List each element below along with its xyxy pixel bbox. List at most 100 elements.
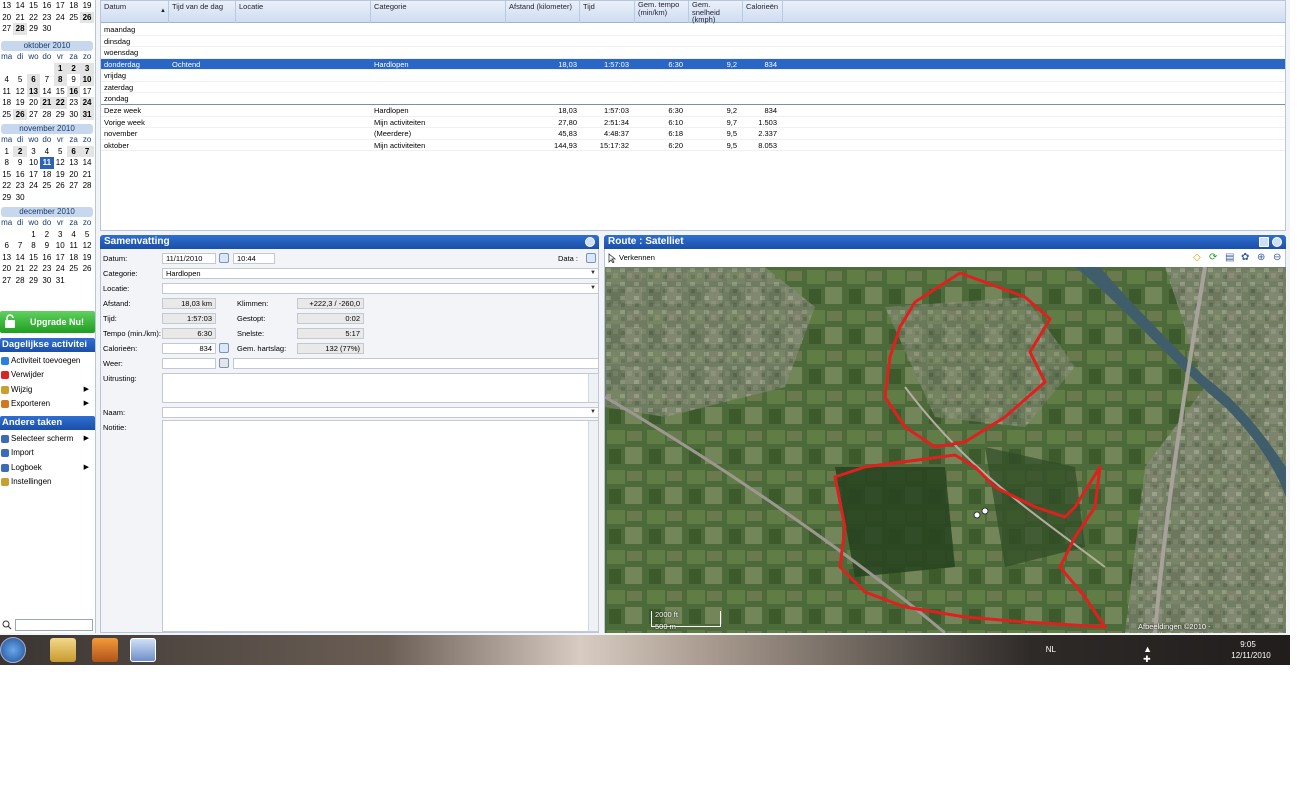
calendar-day[interactable]: 19 (13, 97, 26, 109)
calendar-day[interactable]: 15 (54, 86, 67, 98)
task-wijzig[interactable]: Wijzig ▶ (0, 383, 95, 397)
calendar-day[interactable]: 23 (13, 180, 26, 192)
calendar-day[interactable]: 25 (0, 109, 13, 121)
calendar-day[interactable]: 27 (0, 275, 13, 287)
calendar-day[interactable]: 17 (27, 169, 40, 181)
calendar-day[interactable]: 11 (0, 86, 13, 98)
calendar-day[interactable]: 21 (13, 12, 26, 24)
calendar-day[interactable]: 15 (27, 0, 40, 12)
zoom-out-icon[interactable]: ⊖ (1273, 252, 1281, 263)
col-header-date[interactable]: Datum ▲ (101, 1, 169, 23)
weather-icon[interactable] (219, 358, 229, 368)
calculator-icon[interactable] (219, 343, 229, 353)
calendar-day[interactable]: 21 (13, 263, 26, 275)
calendar-day[interactable]: 27 (0, 23, 13, 35)
calendar-day[interactable]: 7 (40, 74, 53, 86)
table-row[interactable]: oktober Mijn activiteiten 144,93 15:17:32 6:… (101, 140, 1285, 151)
calendar-day[interactable]: 30 (67, 109, 80, 121)
calendar-day[interactable]: 12 (54, 157, 67, 169)
route-layout-icon[interactable] (1259, 237, 1269, 247)
calendar-day[interactable]: 18 (67, 0, 80, 12)
calendar-day[interactable]: 3 (27, 146, 40, 158)
calendar-day[interactable]: 6 (0, 240, 13, 252)
duration-field[interactable]: 1:57:03 (162, 313, 216, 324)
route-end-marker[interactable] (981, 507, 989, 515)
calendar-day[interactable]: 18 (40, 169, 53, 181)
refresh-icon[interactable]: ⟳ (1209, 252, 1217, 263)
weather-notes-field[interactable] (233, 358, 599, 369)
calendar-day[interactable]: 22 (53, 97, 67, 109)
tray-icons[interactable]: ▲ ✚ ⊕ ◆ ◀ ● ✖ ▭ ◁ (1143, 644, 1156, 665)
calendar-day[interactable]: 9 (40, 240, 53, 252)
calendar-day[interactable]: 28 (13, 275, 26, 287)
task-selecteer-scherm[interactable]: Selecteer scherm ▶ (0, 432, 95, 446)
calendar-day[interactable]: 14 (80, 157, 93, 169)
calendar-day[interactable]: 13 (0, 0, 13, 12)
calendar-day[interactable]: 30 (40, 23, 53, 35)
table-row[interactable]: november (Meerdere) 45,83 4:48:37 6:18 9,5 2.3… (101, 128, 1285, 140)
date-field[interactable]: 11/11/2010 (162, 253, 216, 264)
calendar-day[interactable]: 5 (54, 146, 67, 158)
calendar-day[interactable]: 15 (0, 169, 13, 181)
calendar-day[interactable]: 6 (66, 145, 81, 157)
calendar-day[interactable]: 13 (0, 252, 13, 264)
calendar-day[interactable]: 16 (40, 0, 53, 12)
stopped-field[interactable]: 0:02 (297, 313, 364, 324)
calendar-day[interactable]: 14 (13, 0, 26, 12)
calendar-day[interactable]: 9 (13, 157, 26, 169)
calendar-day[interactable]: 5 (80, 229, 93, 241)
col-header-speed[interactable]: Gem. snelheid (kmph) (689, 1, 743, 23)
col-header-time[interactable]: Tijd (580, 1, 635, 23)
calendar-day[interactable]: 17 (54, 252, 67, 264)
calories-field[interactable]: 834 (162, 343, 216, 354)
start-button[interactable] (0, 637, 26, 663)
calendar-day[interactable]: 29 (27, 23, 40, 35)
calendar-day[interactable]: 4 (0, 74, 13, 86)
calendar-day[interactable]: 14 (13, 252, 26, 264)
sporttracks-taskbar-icon[interactable] (130, 638, 156, 662)
calendar-day[interactable]: 24 (27, 180, 40, 192)
calendar-day[interactable]: 24 (54, 12, 67, 24)
calendar-day[interactable]: 28 (13, 23, 27, 35)
calendar-day[interactable]: 7 (80, 145, 94, 157)
calendar-day[interactable]: 16 (40, 252, 53, 264)
table-row[interactable]: vrijdag (101, 70, 1285, 82)
category-select[interactable]: Hardlopen ▼ (162, 268, 599, 279)
route-start-marker[interactable] (973, 511, 981, 519)
calendar-day[interactable]: 29 (54, 109, 67, 121)
clock-time[interactable]: 9:05 (1228, 640, 1268, 649)
time-field[interactable]: 10:44 (233, 253, 275, 264)
task-logboek[interactable]: Logboek ▶ (0, 461, 95, 475)
clock-date[interactable]: 12/11/2010 (1226, 651, 1276, 660)
diamond-icon[interactable]: ◇ (1193, 252, 1201, 263)
calendar-day[interactable]: 31 (80, 108, 94, 120)
pace-field[interactable]: 6:30 (162, 328, 216, 339)
save-icon[interactable]: ▤ (1225, 252, 1234, 263)
calendar-day[interactable]: 2 (66, 62, 81, 74)
calendar-day[interactable]: 26 (13, 108, 27, 120)
calendar-day[interactable]: 1 (53, 62, 67, 74)
route-collapse-icon[interactable] (1272, 237, 1282, 247)
calendar-day[interactable]: 30 (40, 275, 53, 287)
calendar-icon[interactable] (219, 253, 229, 263)
calendar-day[interactable]: 22 (27, 263, 40, 275)
zoom-in-icon[interactable]: ⊕ (1257, 252, 1265, 263)
explore-button[interactable]: Verkennen (619, 252, 655, 263)
calendar-day[interactable]: 29 (0, 192, 13, 204)
col-header-calories[interactable]: Calorieën (743, 1, 783, 23)
settings-gear-icon[interactable]: ✿ (1241, 252, 1249, 263)
data-menu-icon[interactable] (586, 253, 596, 263)
calendar-day[interactable]: 11 (67, 240, 80, 252)
calendar-day[interactable]: 2 (13, 145, 27, 157)
calendar-day[interactable]: 13 (26, 85, 41, 97)
calendar-day[interactable]: 21 (80, 169, 93, 181)
equipment-field[interactable] (162, 373, 599, 403)
calendar-day[interactable]: 3 (80, 62, 94, 74)
calendar-day[interactable]: 9 (67, 74, 80, 86)
heartrate-field[interactable]: 132 (77%) (297, 343, 364, 354)
calendar-day[interactable]: 27 (67, 180, 80, 192)
calendar-day[interactable]: 22 (0, 180, 13, 192)
map-attribution[interactable]: Afbeeldingen ©2010 - Gebruiksvoorwaarden (1138, 622, 1286, 633)
fastest-field[interactable]: 5:17 (297, 328, 364, 339)
task-activiteit-toevoegen[interactable]: Activiteit toevoegen (0, 354, 95, 368)
